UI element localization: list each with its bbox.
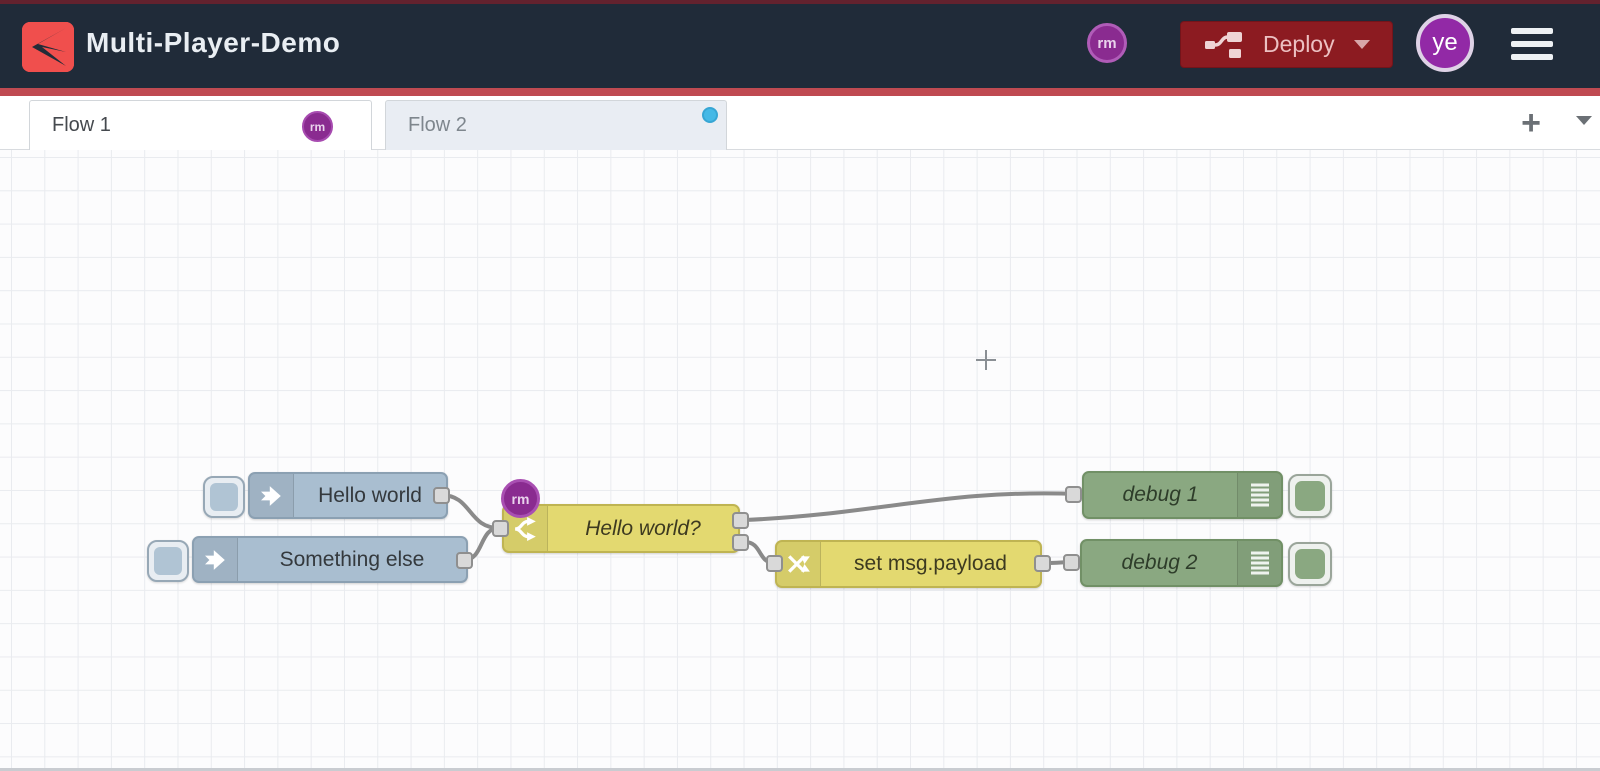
tab-flow-2-label: Flow 2 (408, 114, 467, 136)
deploy-button-label: Deploy (1263, 31, 1335, 57)
debug-2-toggle-button[interactable] (1288, 542, 1332, 586)
node-label: set msg.payload (854, 552, 1007, 575)
user-avatar-initials: ye (1432, 29, 1458, 56)
crosshair-cursor-icon (976, 350, 996, 370)
workspace-tabbar: Flow 1 rm Flow 2 + (0, 96, 1600, 150)
add-flow-button[interactable]: + (1512, 104, 1550, 142)
change-icon (777, 542, 821, 586)
port-in-switch[interactable] (492, 520, 509, 537)
node-change-set-msg-payload[interactable]: set msg.payload (775, 540, 1042, 588)
header-accent-divider (0, 88, 1600, 96)
wires-layer (439, 491, 1080, 565)
inject-arrow-icon (250, 474, 294, 517)
debug-icon (1237, 473, 1281, 517)
port-out1-switch[interactable] (732, 512, 749, 529)
app-header: Multi-Player-Demo rm Deploy ye (0, 0, 1600, 88)
wire-switch-to-debug1 (743, 491, 1080, 522)
debug-icon (1237, 541, 1281, 585)
node-presence-badge-rm: rm (501, 479, 540, 518)
deploy-options-caret-icon[interactable] (1354, 40, 1370, 49)
page-title: Multi-Player-Demo (86, 27, 341, 58)
port-out2-switch[interactable] (732, 534, 749, 551)
node-inject-something-else[interactable]: Something else (192, 536, 468, 583)
node-label: Hello world? (585, 516, 701, 540)
app-logo-icon[interactable] (22, 22, 74, 72)
node-debug-2[interactable]: debug 2 (1080, 539, 1283, 587)
port-out-inject1[interactable] (433, 487, 450, 504)
deploy-button[interactable]: Deploy (1180, 21, 1393, 68)
port-in-debug2[interactable] (1063, 554, 1080, 571)
tab-flow-1-presence-badge: rm (302, 111, 333, 142)
tab-flow-2[interactable]: Flow 2 (385, 100, 727, 150)
inject-button-hello-world[interactable] (203, 476, 245, 518)
debug-1-toggle-button[interactable] (1288, 474, 1332, 518)
main-menu-icon[interactable] (1511, 28, 1553, 60)
inject-arrow-icon (194, 538, 238, 581)
node-inject-hello-world[interactable]: Hello world (248, 472, 448, 519)
user-avatar[interactable]: ye (1416, 14, 1474, 72)
node-label: Hello world (318, 483, 422, 507)
flow-list-caret-icon[interactable] (1576, 116, 1592, 125)
node-label: Something else (279, 547, 425, 571)
tab-flow-1[interactable]: Flow 1 rm (29, 100, 372, 150)
presence-avatar-rm[interactable]: rm (1087, 23, 1127, 63)
deploy-icon (1205, 31, 1242, 58)
inject-button-something-else[interactable] (147, 540, 189, 582)
presence-avatar-initials: rm (1097, 34, 1117, 52)
port-out-change[interactable] (1034, 555, 1051, 572)
tab-flow-2-activity-dot (702, 107, 718, 123)
tab-flow-1-label: Flow 1 (52, 114, 111, 136)
port-in-debug1[interactable] (1065, 486, 1082, 503)
flow-canvas[interactable]: Hello world Something else Hello world? … (0, 150, 1600, 771)
node-debug-1[interactable]: debug 1 (1082, 471, 1283, 519)
node-label: debug 2 (1121, 551, 1198, 574)
window-top-edge (0, 0, 1600, 4)
node-label: debug 1 (1122, 483, 1199, 506)
port-in-change[interactable] (766, 555, 783, 572)
port-out-inject2[interactable] (456, 552, 473, 569)
node-switch-hello-world[interactable]: Hello world? (502, 504, 740, 553)
